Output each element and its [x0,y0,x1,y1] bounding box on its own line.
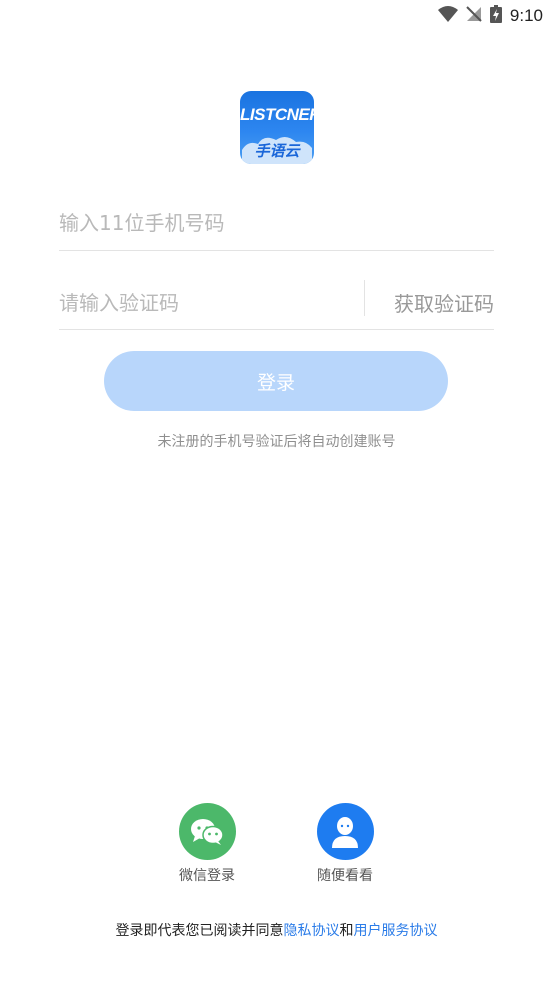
login-button[interactable]: 登录 [104,351,448,411]
status-icons: 9:10 [437,5,543,27]
logo-subtitle: 手语云 [254,142,300,160]
wechat-login-label: 微信登录 [179,868,235,884]
wechat-login-button[interactable]: 微信登录 [162,803,252,885]
verification-code-input[interactable] [59,276,349,329]
browse-as-guest-label: 随便看看 [317,868,373,884]
battery-charging-icon [489,5,502,27]
no-signal-icon [466,6,482,26]
code-field-row: 获取验证码 [59,276,494,330]
app-logo: LISTCNER 手语云 [240,91,314,164]
get-code-button[interactable]: 获取验证码 [394,276,494,329]
status-bar: 9:10 [0,0,553,32]
agreement-prefix: 登录即代表您已阅读并同意 [115,923,284,939]
field-divider [364,280,365,316]
logo-wordmark: LISTCNER [240,105,314,124]
agreement-text: 登录即代表您已阅读并同意隐私协议和用户服务协议 [0,920,553,940]
user-service-agreement-link[interactable]: 用户服务协议 [354,923,438,939]
registration-hint: 未注册的手机号验证后将自动创建账号 [157,434,396,450]
status-time: 9:10 [509,6,543,25]
privacy-policy-link[interactable]: 隐私协议 [284,923,340,939]
wifi-icon [437,6,458,26]
wechat-icon[interactable] [178,803,236,860]
agreement-connector: 和 [339,923,354,939]
user-icon[interactable] [316,803,374,860]
phone-input[interactable] [59,196,494,250]
phone-field-row [59,196,494,251]
browse-as-guest-button[interactable]: 随便看看 [300,803,390,885]
